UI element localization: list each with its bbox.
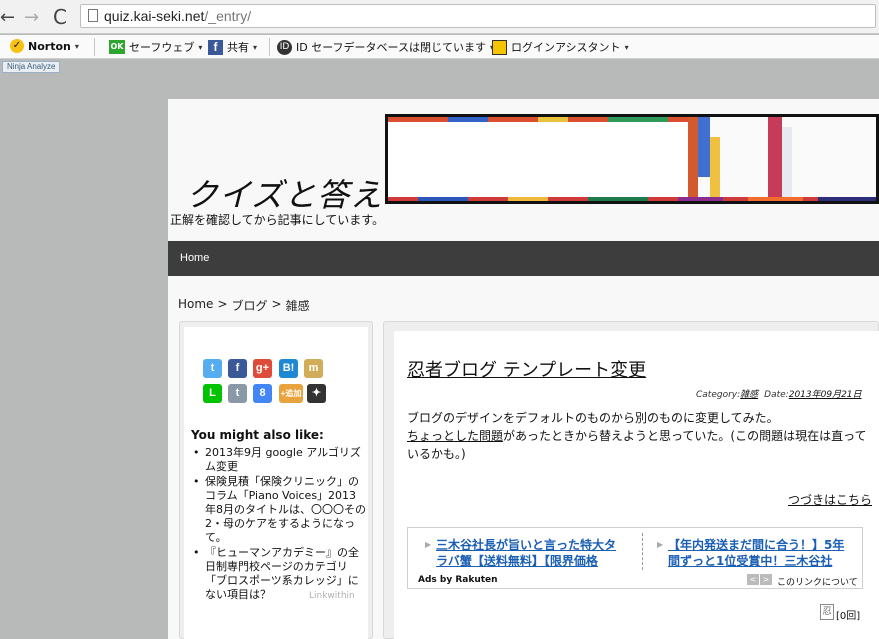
date-label: Date:: [764, 390, 789, 400]
norton-check-icon: ✓: [10, 39, 24, 53]
ads-by-rakuten: Ads by Rakuten: [418, 575, 498, 585]
global-nav-bar: [168, 241, 879, 276]
id-safe-button[interactable]: ID ID セーフデータベースは閉じています ▾: [277, 39, 494, 55]
ninja-clap-icon[interactable]: 忍: [820, 604, 834, 620]
post-title[interactable]: 忍者ブログ テンプレート変更: [407, 356, 646, 382]
url-host: quiz.kai-seki.net: [104, 8, 205, 24]
chevron-down-icon: ▾: [253, 42, 258, 52]
google-bookmark-icon[interactable]: 8: [253, 384, 272, 403]
ad-link-left[interactable]: 三木谷社長が旨いと言った特大タラバ蟹【送料無料】【限界価格: [436, 537, 616, 569]
post-meta: Category:雑感 Date:2013年09月21日: [696, 387, 862, 400]
chevron-down-icon: ▾: [74, 41, 79, 51]
norton-label: Norton: [28, 39, 71, 53]
toolbar-divider: [94, 38, 95, 56]
ad-bullet-icon: ▶: [657, 540, 664, 549]
related-post-link[interactable]: 2013年9月 google アルゴリズム変更: [191, 446, 367, 474]
ad-prev-button[interactable]: <: [747, 574, 759, 585]
ad-divider: [642, 533, 643, 570]
linkwithin-link[interactable]: Linkwithin: [309, 591, 355, 601]
ad-next-button[interactable]: >: [760, 574, 772, 585]
you-might-also-like-title: You might also like:: [191, 428, 324, 442]
breadcrumb-separator: >: [271, 297, 282, 311]
post-paragraph: ブログのデザインをデフォルトのものから別のものに変更してみた。: [407, 411, 779, 425]
ad-pager: < >: [747, 574, 772, 585]
related-post-link[interactable]: 保険見積「保険クリニック」のコラム「Piano Voices」2013年8月のタ…: [191, 475, 367, 545]
page-icon: [88, 9, 98, 22]
read-more-link[interactable]: つづきはこちら: [788, 491, 872, 508]
site-description: 正解を確認してから記事にしています。: [170, 213, 385, 227]
safeweb-label: セーフウェブ: [129, 41, 195, 54]
chevron-down-icon: ▾: [624, 42, 629, 52]
reload-icon[interactable]: C: [53, 5, 67, 29]
login-assistant-button[interactable]: ログインアシスタント ▾: [492, 39, 629, 55]
google-plus-icon[interactable]: g+: [253, 359, 272, 378]
ninja-analyze-badge[interactable]: Ninja Analyze: [2, 61, 61, 73]
url-text[interactable]: quiz.kai-seki.net/_entry/: [104, 8, 251, 24]
forward-arrow-icon[interactable]: →: [24, 7, 39, 28]
toolbar-divider: [269, 38, 270, 56]
share-label: 共有: [227, 41, 249, 54]
back-arrow-icon[interactable]: ←: [0, 7, 15, 28]
id-safe-label: ID セーフデータベースは閉じています: [296, 41, 486, 54]
breadcrumb-current: 雑感: [285, 299, 310, 313]
ad-about-link[interactable]: このリンクについて: [777, 575, 858, 588]
post-category: Category:雑感: [696, 387, 758, 400]
date-link[interactable]: 2013年09月21日: [789, 390, 862, 400]
chevron-down-icon: ▾: [198, 42, 203, 52]
breadcrumb-home[interactable]: Home: [178, 297, 213, 314]
safeweb-button[interactable]: OK セーフウェブ ▾: [109, 39, 202, 55]
related-posts-list: 2013年9月 google アルゴリズム変更 保険見積「保険クリニック」のコラ…: [191, 446, 367, 603]
category-label: Category:: [696, 390, 741, 400]
id-safe-icon: ID: [277, 39, 292, 55]
post-date: Date:2013年09月21日: [764, 387, 861, 400]
norton-toolbar: ✓ Norton ▾ OK セーフウェブ ▾ f 共有 ▾ ID ID セーフデ…: [0, 35, 879, 59]
category-link[interactable]: 雑感: [740, 390, 758, 400]
browser-address-bar: ← → C quiz.kai-seki.net/_entry/: [0, 0, 879, 34]
hatena-bookmark-icon[interactable]: B!: [279, 359, 298, 378]
breadcrumb: Home > ブログ > 雑感: [178, 297, 310, 314]
nav-home-link[interactable]: Home: [180, 252, 209, 264]
post-body: ブログのデザインをデフォルトのものから別のものに変更してみた。 ちょっとした問題…: [407, 409, 867, 463]
facebook-icon[interactable]: f: [228, 359, 247, 378]
site-title[interactable]: クイズと答え: [186, 170, 383, 216]
ad-bullet-icon: ▶: [425, 540, 432, 549]
line-icon[interactable]: L: [203, 384, 222, 403]
header-banner-image: [385, 114, 879, 204]
login-assistant-label: ログインアシスタント: [511, 41, 621, 54]
tumblr-icon[interactable]: t: [228, 384, 247, 403]
ninja-star-icon[interactable]: ✦: [307, 384, 326, 403]
twitter-icon[interactable]: t: [203, 359, 222, 378]
facebook-icon: f: [208, 39, 223, 55]
breadcrumb-blog[interactable]: ブログ: [232, 297, 268, 314]
login-assistant-icon: [492, 39, 507, 55]
ad-link-right[interactable]: 【年内発送まだ間に合う！】5年間ずっと1位受賞中！三木谷社: [668, 537, 848, 569]
norton-menu-button[interactable]: ✓ Norton ▾: [10, 39, 79, 53]
share-button[interactable]: f 共有 ▾: [208, 39, 257, 55]
post-inline-link[interactable]: ちょっとした問題: [407, 429, 503, 443]
url-path: /_entry/: [204, 8, 252, 24]
clap-count[interactable]: [0回]: [836, 607, 860, 622]
banner-art: [388, 117, 876, 201]
safeweb-ok-icon: OK: [109, 40, 125, 54]
post-paragraph: ちょっとした問題があったときから替えようと思っていた。(この問題は現在は直ってい…: [407, 427, 867, 463]
mixi-icon[interactable]: m: [304, 359, 323, 378]
add-button-icon[interactable]: +追加: [279, 384, 303, 403]
breadcrumb-separator: >: [217, 297, 228, 311]
